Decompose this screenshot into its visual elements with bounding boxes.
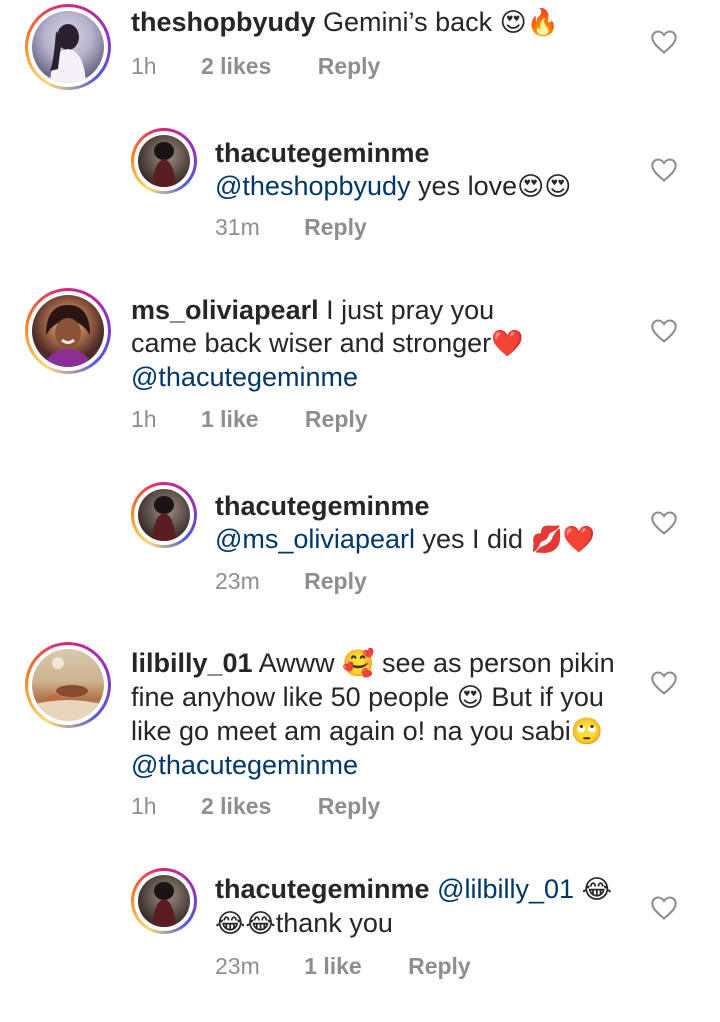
avatar-photo — [138, 875, 190, 927]
person-silhouette-icon — [152, 496, 176, 541]
comment-item: ms_oliviapearl I just pray you came back… — [0, 282, 720, 452]
reply-button[interactable]: Reply — [305, 406, 368, 433]
comment-body: yes I did — [414, 524, 531, 554]
comment-username[interactable]: thacutegeminme — [215, 874, 430, 904]
comment-item: thacutegeminme @theshopbyudy yes love😍😍 … — [0, 120, 720, 250]
avatar[interactable] — [131, 128, 197, 194]
comment-body: I just pray you — [326, 295, 495, 325]
comment-emoji: 😍🔥 — [499, 8, 560, 38]
comment-text: thacutegeminme @ms_oliviapearl yes I did… — [215, 490, 635, 557]
comment-body: fine anyhow like 50 people — [131, 682, 457, 712]
comment-body: like go meet am again o! na you sabi — [131, 716, 571, 746]
comment-meta: 1h 2 likes Reply — [131, 793, 380, 820]
mention-link[interactable]: @lilbilly_01 — [437, 874, 574, 904]
comment-emoji: 💋❤️ — [530, 525, 596, 555]
heart-outline-icon[interactable] — [650, 895, 678, 921]
comment-text: theshopbyudy Gemini’s back 😍🔥 — [131, 6, 631, 40]
comment-item: thacutegeminme @lilbilly_01 😂 😂😂thank yo… — [0, 860, 720, 1000]
heart-outline-icon[interactable] — [650, 510, 678, 536]
comment-time: 1h — [131, 53, 157, 79]
comment-emoji: 😍😍 — [517, 172, 572, 202]
comment-body: thank you — [275, 908, 393, 938]
avatar-photo — [138, 135, 190, 187]
mention-link[interactable]: @thacutegeminme — [131, 361, 631, 394]
avatar-photo — [32, 11, 104, 83]
comment-text: lilbilly_01 Awww 🥰 see as person pikin f… — [131, 647, 641, 782]
comment-emoji: 🙄 — [570, 717, 604, 747]
comment-likes[interactable]: 1 like — [201, 406, 259, 433]
comment-body: came back wiser and stronger — [131, 328, 492, 358]
comment-username[interactable]: lilbilly_01 — [131, 648, 253, 678]
comment-body: yes love — [410, 171, 518, 201]
comment-body: see as person pikin — [374, 648, 615, 678]
mention-link[interactable]: @thacutegeminme — [131, 749, 641, 782]
comment-body: Gemini’s back — [323, 7, 493, 37]
comment-likes[interactable]: 1 like — [304, 953, 362, 980]
comment-username[interactable]: thacutegeminme — [215, 490, 635, 523]
comment-item: theshopbyudy Gemini’s back 😍🔥 1h 2 likes… — [0, 0, 720, 110]
avatar-photo — [32, 295, 104, 367]
comment-time: 1h — [131, 793, 157, 819]
comment-emoji: 😍 — [456, 683, 484, 713]
avatar[interactable] — [131, 868, 197, 934]
comment-body: But if you — [483, 682, 604, 712]
comment-meta: 23m Reply — [215, 568, 367, 595]
avatar-photo — [138, 489, 190, 541]
comment-text: thacutegeminme @lilbilly_01 😂 😂😂thank yo… — [215, 873, 645, 941]
avatar[interactable] — [25, 642, 111, 728]
heart-outline-icon[interactable] — [650, 318, 678, 344]
comment-username[interactable]: theshopbyudy — [131, 7, 316, 37]
comment-item: lilbilly_01 Awww 🥰 see as person pikin f… — [0, 636, 720, 836]
avatar[interactable] — [25, 4, 111, 90]
reply-button[interactable]: Reply — [304, 568, 367, 595]
comment-meta: 31m Reply — [215, 214, 367, 241]
comment-likes[interactable]: 2 likes — [201, 793, 271, 820]
comment-time: 23m — [215, 953, 260, 979]
person-silhouette-icon — [50, 24, 86, 83]
comment-time: 1h — [131, 406, 157, 432]
comment-body: Awww — [258, 648, 343, 678]
comment-text: ms_oliviapearl I just pray you came back… — [131, 294, 631, 394]
heart-outline-icon[interactable] — [650, 670, 678, 696]
avatar-photo — [32, 649, 104, 721]
comment-emoji: 😂😂 — [215, 909, 276, 939]
comment-emoji: 😂 — [581, 875, 612, 905]
avatar[interactable] — [131, 482, 197, 548]
comment-username[interactable]: thacutegeminme — [215, 137, 635, 170]
comment-emoji: 🥰 — [342, 649, 375, 679]
person-silhouette-icon — [152, 882, 176, 927]
person-silhouette-icon — [44, 305, 92, 367]
mention-link[interactable]: @theshopbyudy — [215, 171, 411, 201]
reply-button[interactable]: Reply — [408, 953, 471, 980]
reply-button[interactable]: Reply — [318, 793, 381, 820]
comment-text: thacutegeminme @theshopbyudy yes love😍😍 — [215, 137, 635, 204]
comment-emoji: ❤️ — [491, 329, 524, 359]
heart-outline-icon[interactable] — [650, 29, 678, 55]
comment-meta: 1h 1 like Reply — [131, 406, 368, 433]
comment-item: thacutegeminme @ms_oliviapearl yes I did… — [0, 474, 720, 604]
comment-meta: 23m 1 like Reply — [215, 953, 471, 980]
landscape-illustration-icon — [32, 657, 104, 721]
reply-button[interactable]: Reply — [318, 53, 381, 80]
comment-likes[interactable]: 2 likes — [201, 53, 271, 80]
mention-link[interactable]: @ms_oliviapearl — [215, 524, 415, 554]
comment-time: 23m — [215, 568, 260, 594]
avatar[interactable] — [25, 288, 111, 374]
reply-button[interactable]: Reply — [304, 214, 367, 241]
comment-username[interactable]: ms_oliviapearl — [131, 295, 319, 325]
person-silhouette-icon — [152, 142, 176, 187]
heart-outline-icon[interactable] — [650, 157, 678, 183]
comment-meta: 1h 2 likes Reply — [131, 53, 380, 80]
comment-time: 31m — [215, 214, 260, 240]
